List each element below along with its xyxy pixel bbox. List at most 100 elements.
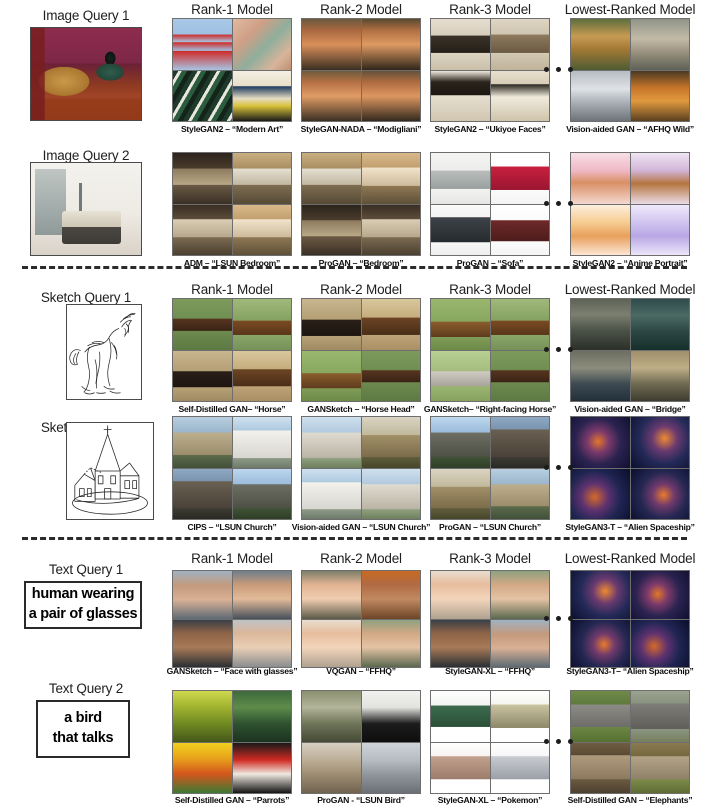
model-sample-grid	[430, 152, 550, 256]
model-sample-grid	[301, 298, 421, 402]
model-sample-grid	[430, 570, 550, 668]
sample-image	[302, 19, 361, 70]
sample-image	[232, 468, 291, 519]
ellipsis-icon	[544, 201, 573, 206]
sample-image	[361, 742, 420, 793]
sample-image	[302, 619, 361, 667]
column-header-4: Lowest-Ranked Model	[564, 2, 696, 17]
section-divider	[22, 537, 687, 540]
model-sample-grid	[172, 298, 292, 402]
model-caption: Vision-aided GAN – “Bridge”	[574, 404, 686, 414]
model-sample-grid	[301, 690, 421, 794]
model-sample-grid	[570, 18, 690, 122]
sample-image	[431, 619, 490, 667]
sample-image	[232, 350, 291, 401]
sample-image	[630, 70, 689, 121]
model-caption: StyleGAN3-T– “Alien Spaceship”	[566, 666, 694, 676]
ellipsis-icon	[544, 465, 573, 470]
sample-image	[490, 468, 549, 519]
sample-image	[232, 299, 291, 350]
sample-image	[232, 70, 291, 121]
query-label: Text Query 1	[48, 562, 124, 577]
model-sample-grid	[570, 690, 690, 794]
sample-image	[571, 619, 630, 667]
sample-image	[232, 691, 291, 742]
sample-image	[431, 691, 490, 742]
sample-image	[490, 571, 549, 619]
sample-image	[173, 350, 232, 401]
sample-image	[630, 19, 689, 70]
sample-image	[361, 299, 420, 350]
sample-image	[490, 417, 549, 468]
image-query-image	[30, 162, 142, 256]
sample-image	[571, 691, 630, 742]
model-sample-grid	[301, 18, 421, 122]
sample-image	[571, 417, 630, 468]
sample-image	[490, 204, 549, 255]
sample-image	[630, 204, 689, 255]
sample-image	[232, 19, 291, 70]
sample-image	[630, 153, 689, 204]
sample-image	[431, 153, 490, 204]
sample-image	[302, 153, 361, 204]
model-sample-grid	[570, 298, 690, 402]
model-sample-grid	[430, 690, 550, 794]
query-label: Image Query 1	[42, 8, 130, 23]
query-label: Text Query 2	[48, 681, 124, 696]
query-label: Image Query 2	[42, 148, 130, 163]
sample-image	[490, 691, 549, 742]
text-query-line: that talks	[52, 730, 114, 746]
sample-image	[173, 204, 232, 255]
sample-image	[173, 19, 232, 70]
model-sample-grid	[172, 690, 292, 794]
sample-image	[173, 153, 232, 204]
model-sample-grid	[570, 416, 690, 520]
model-retrieval-figure: Rank-1 Model Rank-2 Model Rank-3 Model Lowe…	[0, 0, 705, 811]
sample-image	[431, 299, 490, 350]
sample-image	[302, 742, 361, 793]
column-header-4: Lowest-Ranked Model	[564, 551, 696, 566]
sample-image	[173, 417, 232, 468]
model-sample-grid	[301, 570, 421, 668]
sample-image	[173, 691, 232, 742]
sample-image	[232, 571, 291, 619]
sample-image	[431, 70, 490, 121]
sample-image	[361, 619, 420, 667]
model-sample-grid	[570, 570, 690, 668]
sample-image	[490, 619, 549, 667]
sample-image	[490, 70, 549, 121]
ellipsis-icon	[544, 739, 573, 744]
sample-image	[630, 417, 689, 468]
sample-image	[630, 350, 689, 401]
model-sample-grid	[172, 570, 292, 668]
sample-image	[630, 691, 689, 742]
text-query-box: a bird that talks	[36, 700, 130, 758]
ellipsis-icon	[544, 616, 573, 621]
sample-image	[431, 571, 490, 619]
sample-image	[571, 571, 630, 619]
sample-image	[361, 468, 420, 519]
sample-image	[490, 153, 549, 204]
section-divider	[22, 266, 687, 269]
ellipsis-icon	[544, 67, 573, 72]
sample-image	[173, 299, 232, 350]
sample-image	[571, 70, 630, 121]
sketch-query-image	[66, 304, 142, 400]
sample-image	[431, 742, 490, 793]
sample-image	[302, 691, 361, 742]
sample-image	[490, 299, 549, 350]
sample-image	[431, 204, 490, 255]
sample-image	[490, 742, 549, 793]
sample-image	[361, 70, 420, 121]
sample-image	[630, 571, 689, 619]
sample-image	[490, 19, 549, 70]
text-query-line: a pair of glasses	[28, 606, 138, 622]
sample-image	[302, 350, 361, 401]
sample-image	[361, 350, 420, 401]
sample-image	[302, 571, 361, 619]
model-sample-grid	[430, 298, 550, 402]
sample-image	[571, 742, 630, 793]
sample-image	[173, 468, 232, 519]
sample-image	[302, 70, 361, 121]
sample-image	[173, 619, 232, 667]
